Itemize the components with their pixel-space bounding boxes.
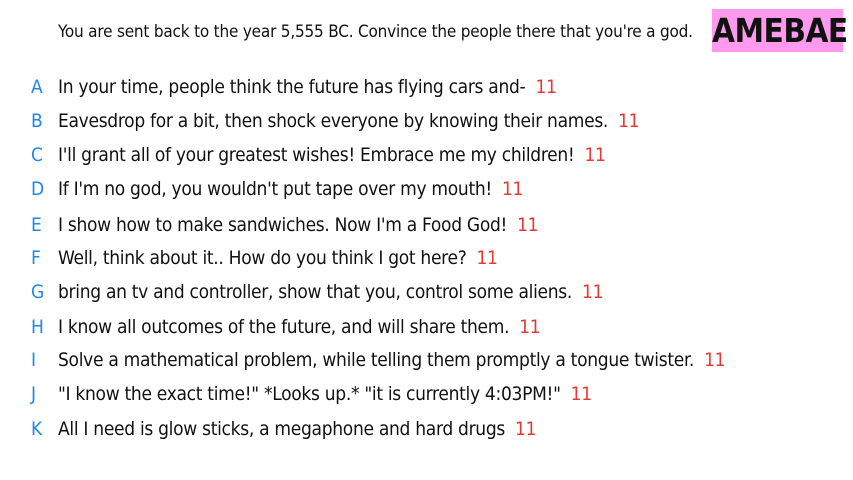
answer-text: If I'm no god, you wouldn't put tape ove… [58,178,492,200]
answer-text: In your time, people think the future ha… [58,76,526,98]
answer-text-wrap: Eavesdrop for a bit, then shock everyone… [58,106,640,136]
vote-count: 11 [618,110,640,132]
answer-text: I'll grant all of your greatest wishes! … [58,144,575,166]
amebae-logo: AMEBAE [712,9,848,52]
answer-text-wrap: I'll grant all of your greatest wishes! … [58,140,606,170]
answer-text: I know all outcomes of the future, and w… [58,316,510,338]
answer-letter: F [31,247,41,269]
answer-text-wrap: I know all outcomes of the future, and w… [58,312,541,342]
vote-count: 11 [582,281,604,303]
answer-text-wrap: Solve a mathematical problem, while tell… [58,345,726,375]
answer-letter: E [31,214,42,236]
answer-text-wrap: Well, think about it.. How do you think … [58,243,498,273]
vote-count: 11 [535,76,557,98]
vote-count: 11 [519,316,541,338]
vote-count: 11 [476,247,498,269]
vote-count: 11 [515,418,537,440]
answer-letter: D [31,178,45,200]
answer-letter: H [31,316,44,338]
answer-text-wrap: bring an tv and controller, show that yo… [58,277,603,307]
answer-text-wrap: If I'm no god, you wouldn't put tape ove… [58,174,523,204]
vote-count: 11 [501,178,524,200]
answer-text-wrap: In your time, people think the future ha… [58,72,557,102]
answer-text-wrap: I show how to make sandwiches. Now I'm a… [58,210,539,240]
answer-text-wrap: All I need is glow sticks, a megaphone a… [58,414,536,444]
answer-letter: I [31,349,37,371]
answer-letter: B [31,110,43,132]
answer-letter: J [31,383,37,405]
answer-letter: C [31,144,43,166]
answer-text: "I know the exact time!" *Looks up.* "it… [58,383,561,405]
vote-count: 11 [704,349,726,371]
vote-count: 11 [517,214,539,236]
answer-text: Well, think about it.. How do you think … [58,247,467,269]
question-prompt: You are sent back to the year 5,555 BC. … [58,22,693,42]
answer-text: I show how to make sandwiches. Now I'm a… [58,214,508,236]
answer-text: All I need is glow sticks, a megaphone a… [58,418,505,440]
answer-letter: K [31,418,43,440]
answer-letter: G [31,281,45,303]
answer-text: Solve a mathematical problem, while tell… [58,349,695,371]
vote-count: 11 [570,383,592,405]
answer-letter: A [31,76,43,98]
answer-text: Eavesdrop for a bit, then shock everyone… [58,110,609,132]
answer-text: bring an tv and controller, show that yo… [58,281,573,303]
vote-count: 11 [584,144,606,166]
answer-text-wrap: "I know the exact time!" *Looks up.* "it… [58,379,592,409]
